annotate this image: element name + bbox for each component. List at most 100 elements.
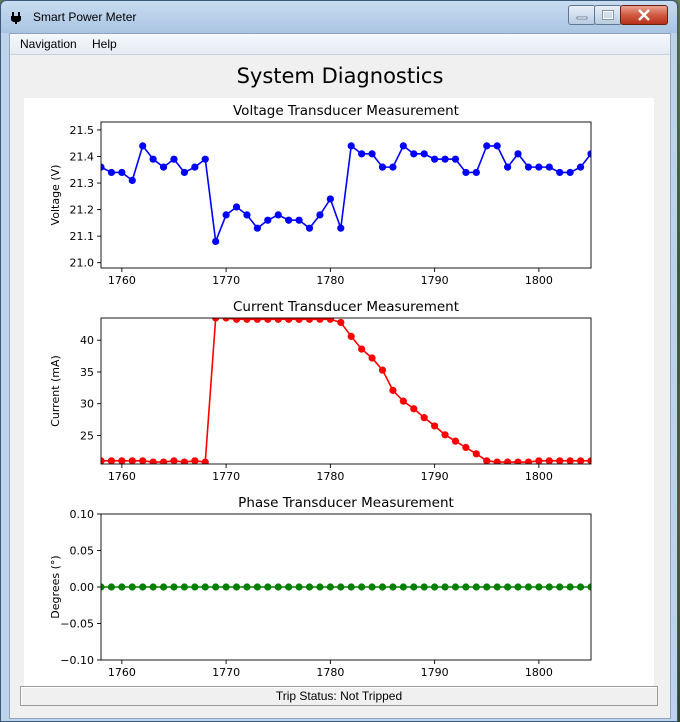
current-data-point (576, 457, 585, 464)
voltage-data-point (212, 237, 220, 246)
voltage-data-point (378, 163, 387, 171)
phase-data-point (253, 583, 261, 591)
voltage-y-tick-label: 21.2 (70, 204, 95, 217)
voltage-data-point (201, 155, 209, 163)
title-bar[interactable]: Smart Power Meter (1, 1, 677, 33)
current-data-point (243, 318, 251, 323)
current-data-point (253, 318, 261, 323)
phase-data-point (180, 583, 189, 591)
current-data-point (514, 458, 522, 464)
close-button[interactable] (620, 5, 668, 25)
voltage-data-point (472, 168, 480, 177)
voltage-data-point (180, 168, 189, 177)
voltage-data-point (243, 211, 251, 219)
voltage-x-tick-label: 1770 (212, 274, 240, 287)
voltage-data-point (483, 142, 491, 150)
phase-data-point (493, 583, 501, 591)
voltage-data-point (493, 142, 501, 150)
voltage-y-axis-label: Voltage (V) (49, 165, 62, 226)
voltage-y-tick-label: 21.3 (70, 177, 95, 190)
phase-data-point (222, 583, 230, 591)
power-plug-icon[interactable] (9, 10, 23, 24)
trip-status-bar: Trip Status: Not Tripped (20, 686, 658, 706)
phase-data-point (514, 583, 522, 591)
current-y-tick-label: 30 (80, 398, 94, 411)
voltage-data-point (535, 163, 543, 171)
current-axes-frame (100, 317, 592, 465)
current-data-point (347, 332, 355, 341)
window-title: Smart Power Meter (33, 10, 137, 24)
current-data-point (118, 457, 126, 464)
current-data-point (556, 457, 564, 464)
current-data-point (431, 422, 439, 430)
voltage-data-point (399, 142, 407, 150)
voltage-y-tick-label: 21.0 (70, 257, 95, 270)
current-y-axis-label: Current (mA) (49, 355, 62, 427)
current-chart-title: Current Transducer Measurement (233, 299, 459, 315)
current-y-tick-label: 35 (80, 366, 94, 379)
voltage-x-tick-label: 1800 (525, 274, 553, 287)
phase-chart-title: Phase Transducer Measurement (238, 495, 454, 511)
phase-data-point (576, 583, 585, 591)
current-data-point (274, 318, 282, 323)
current-data-point (232, 318, 241, 323)
phase-data-point (389, 583, 397, 591)
current-x-tick-label: 1760 (108, 470, 136, 483)
phase-data-point (295, 583, 303, 591)
phase-data-point (201, 583, 209, 591)
phase-data-point (503, 583, 512, 591)
phase-data-point (316, 583, 324, 591)
current-data-point (159, 458, 168, 464)
phase-data-point (545, 583, 553, 591)
current-chart: Current Transducer Measurement 1760 1770 17… (49, 299, 592, 483)
voltage-y-tick-label: 21.4 (70, 151, 95, 164)
current-data-point (180, 458, 189, 464)
voltage-data-point (128, 176, 136, 184)
menu-help[interactable]: Help (92, 37, 117, 51)
phase-y-tick-label: 0.10 (70, 508, 95, 521)
phase-data-point (326, 583, 334, 591)
voltage-data-point (410, 150, 418, 158)
charts-canvas: Voltage Transducer Measurement 1760 1770 17… (49, 103, 592, 679)
phase-data-point (347, 583, 355, 591)
phase-y-tick-label: −0.10 (60, 654, 94, 667)
phase-x-tick-label: 1760 (108, 666, 136, 679)
current-data-point (524, 458, 533, 464)
voltage-data-point (503, 163, 512, 171)
current-data-point (451, 437, 460, 445)
phase-data-point (410, 583, 418, 591)
maximize-button[interactable] (594, 5, 622, 25)
current-data-point (107, 457, 116, 464)
voltage-data-point (441, 155, 449, 163)
current-data-point (358, 345, 366, 353)
menu-navigation[interactable]: Navigation (20, 37, 77, 51)
phase-data-point (305, 583, 314, 591)
minimize-button[interactable] (568, 5, 596, 25)
voltage-data-point (149, 155, 157, 163)
voltage-data-point (326, 195, 334, 203)
voltage-data-point (462, 168, 470, 177)
phase-y-axis-label: Degrees (°) (49, 555, 62, 618)
voltage-data-point (389, 163, 397, 171)
current-data-point (399, 397, 407, 405)
voltage-y-tick-label: 21.1 (70, 230, 95, 243)
voltage-chart: Voltage Transducer Measurement 1760 1770 17… (49, 103, 592, 287)
voltage-data-point (431, 155, 439, 163)
voltage-data-point (420, 150, 428, 158)
voltage-data-point (337, 224, 345, 232)
voltage-data-point (347, 142, 355, 150)
voltage-data-point (358, 150, 366, 158)
current-series-line (101, 318, 591, 463)
current-data-point (503, 458, 512, 464)
phase-data-point (483, 583, 491, 591)
current-series (101, 318, 591, 464)
phase-data-point (378, 583, 387, 591)
phase-data-point (159, 583, 168, 591)
current-y-tick-label: 25 (80, 429, 94, 442)
phase-data-point (128, 583, 136, 591)
current-x-tick-label: 1770 (212, 470, 240, 483)
current-data-point (566, 457, 574, 464)
voltage-data-point (295, 216, 303, 224)
phase-data-point (556, 583, 564, 591)
voltage-data-point (264, 216, 272, 224)
